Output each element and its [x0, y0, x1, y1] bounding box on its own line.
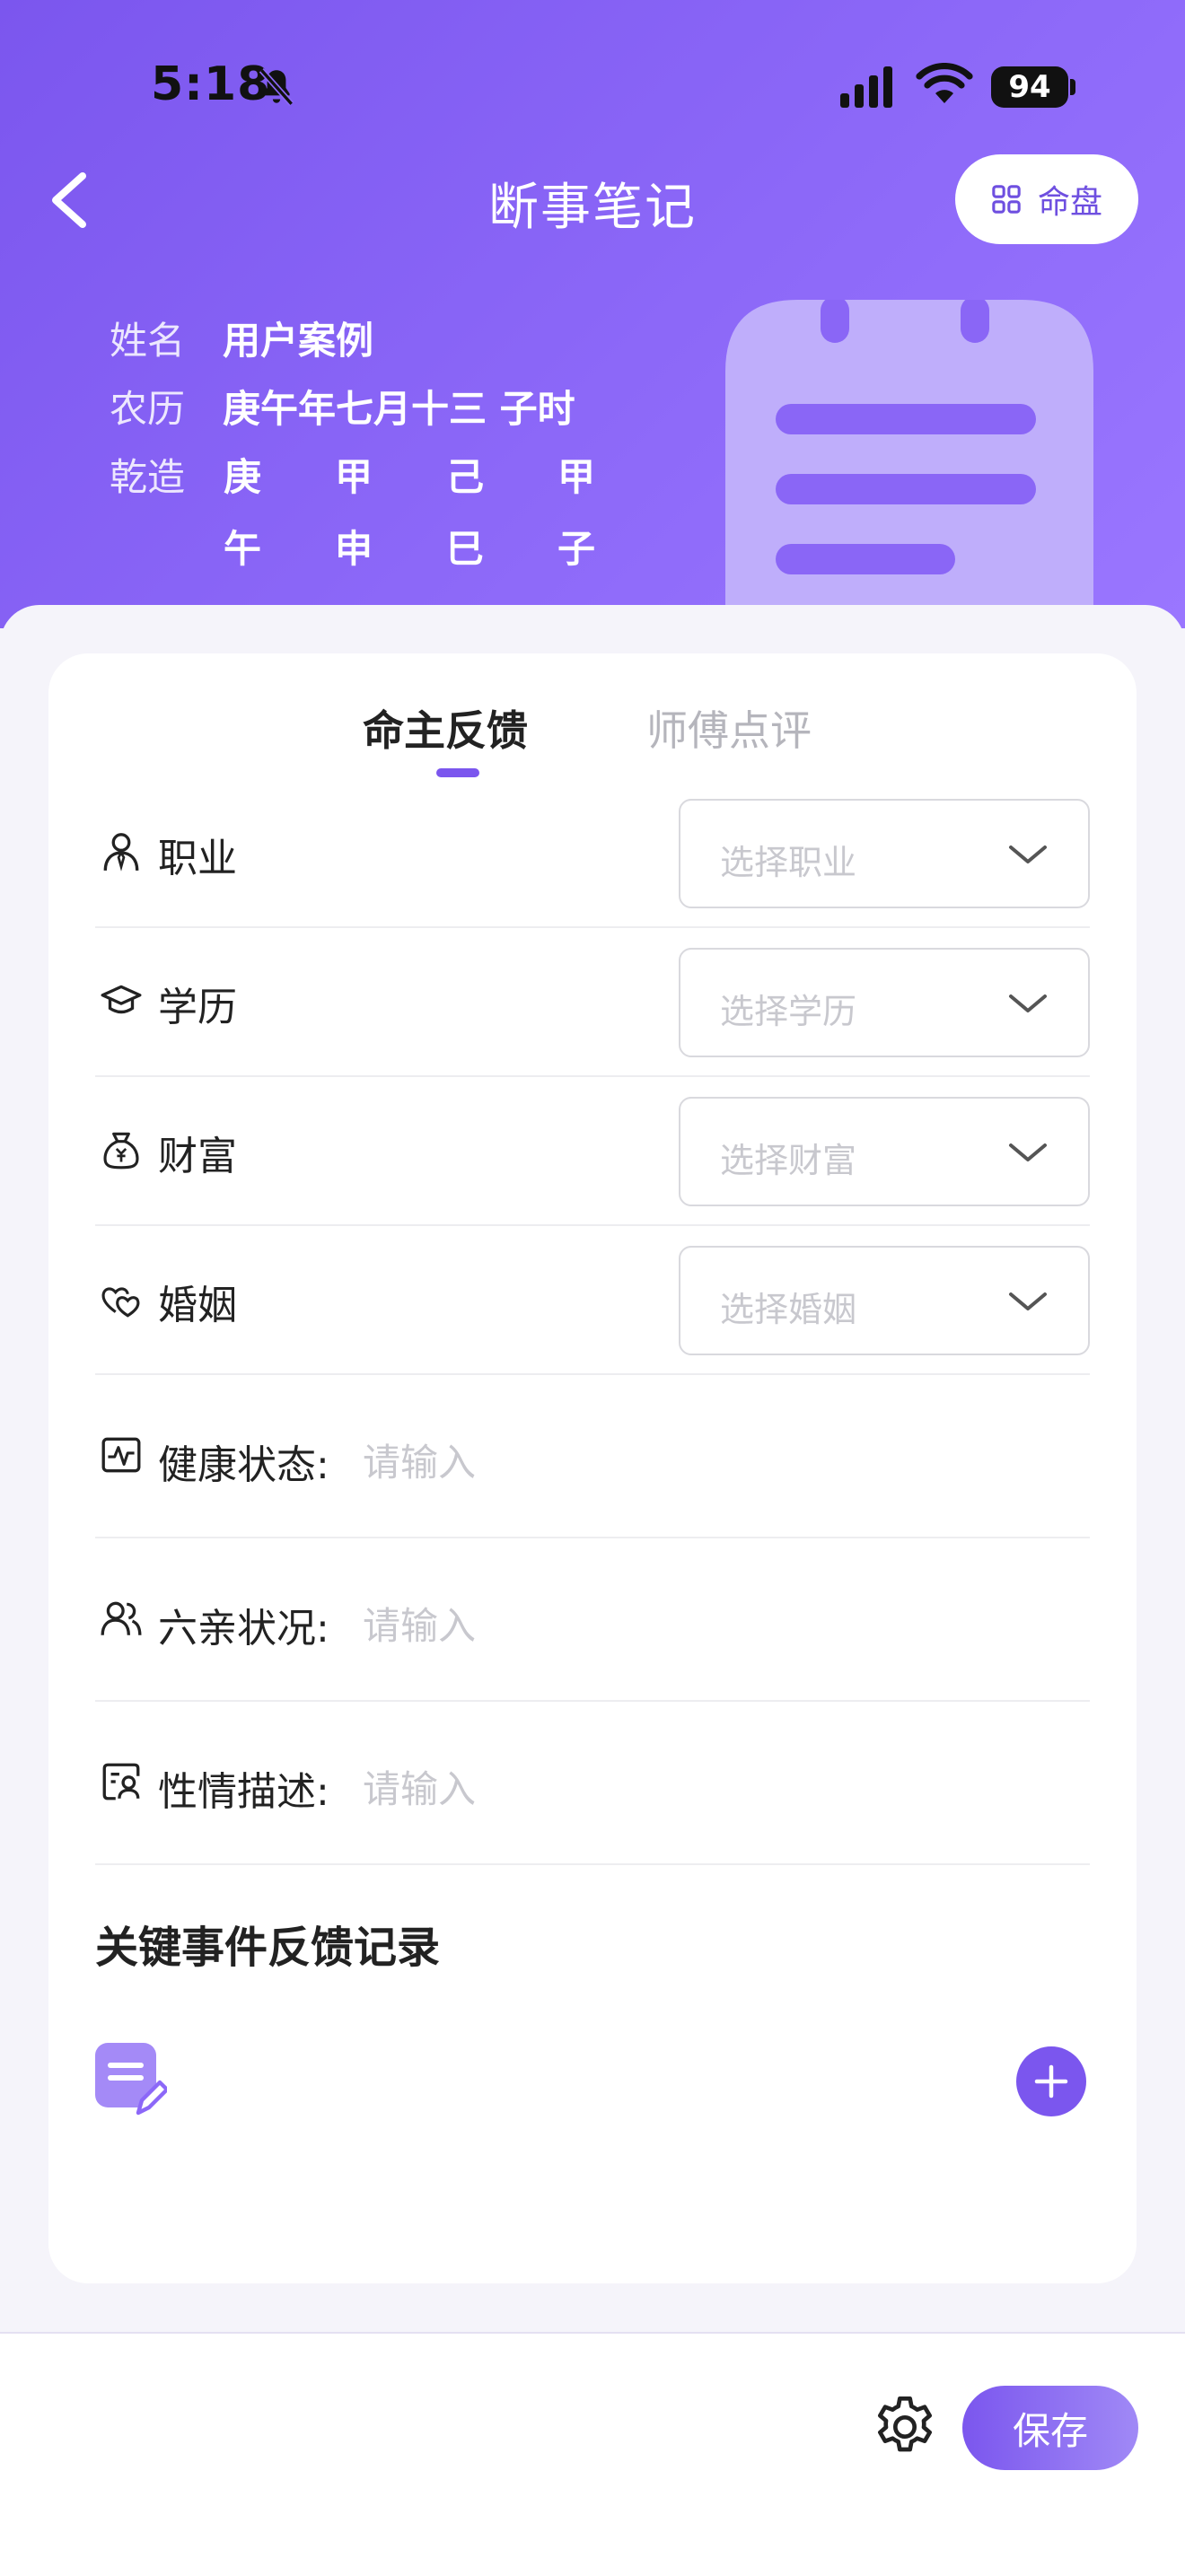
notepad-illustration: [725, 300, 1093, 628]
key-events-title: 关键事件反馈记录: [95, 1923, 441, 1973]
branch-3: 巳: [445, 527, 484, 571]
health-input[interactable]: 请输入: [363, 1433, 476, 1487]
education-row: 学历 选择学历: [95, 928, 1090, 1077]
tab-client-feedback[interactable]: 命主反馈: [363, 698, 528, 758]
marriage-row: 婚姻 选择婚姻: [95, 1226, 1090, 1375]
lunar-value: 庚午年七月十三 子时: [223, 387, 575, 431]
family-label: 六亲状况:: [158, 1606, 329, 1652]
branch-2: 申: [334, 527, 373, 571]
plus-icon: [1034, 2064, 1068, 2098]
tab-indicator: [436, 768, 479, 777]
name-label: 姓名: [110, 319, 186, 363]
health-chart-icon: [101, 1437, 141, 1473]
name-value: 用户案例: [223, 319, 374, 363]
hearts-icon: [101, 1287, 140, 1318]
family-input[interactable]: 请输入: [363, 1596, 476, 1651]
gear-icon[interactable]: [869, 2391, 941, 2463]
education-select[interactable]: 选择学历: [679, 948, 1090, 1057]
tab-master-review[interactable]: 师傅点评: [646, 698, 812, 758]
wealth-placeholder: 选择财富: [720, 1141, 857, 1180]
marriage-placeholder: 选择婚姻: [720, 1290, 857, 1329]
page-title: 断事笔记: [488, 179, 697, 237]
health-label: 健康状态:: [158, 1442, 329, 1488]
grid-icon: [992, 185, 1021, 214]
status-bar: 5:18 94: [0, 0, 1185, 171]
stem-1: 庚: [223, 455, 261, 499]
stem-4: 甲: [557, 455, 595, 499]
status-time: 5:18: [151, 57, 271, 111]
temperament-label: 性情描述:: [158, 1769, 329, 1815]
wifi-icon: [916, 63, 973, 103]
education-label: 学历: [158, 985, 237, 1030]
branch-4: 子: [557, 527, 595, 571]
wealth-row: 财富 选择财富: [95, 1077, 1090, 1226]
header: 5:18 94 断事笔记 命盘 姓名 用户案例 农历 庚午年七月十三 子时 乾造…: [0, 0, 1185, 628]
person-tie-icon: [103, 833, 139, 872]
battery-tip: [1070, 79, 1075, 95]
wealth-select[interactable]: 选择财富: [679, 1097, 1090, 1206]
chart-button[interactable]: 命盘: [955, 154, 1138, 244]
profile-card-icon: [102, 1763, 140, 1801]
add-event-button[interactable]: [1016, 2046, 1086, 2116]
back-chevron-icon[interactable]: [47, 171, 92, 230]
occupation-placeholder: 选择职业: [720, 843, 857, 882]
lunar-label: 农历: [110, 387, 186, 431]
chevron-down-icon: [1009, 846, 1047, 863]
family-row: 六亲状况: 请输入: [95, 1538, 1090, 1702]
temperament-row: 性情描述: 请输入: [95, 1702, 1090, 1865]
battery-indicator: 94: [991, 66, 1068, 108]
save-button[interactable]: 保存: [962, 2386, 1138, 2470]
branch-1: 午: [223, 527, 261, 571]
temperament-input[interactable]: 请输入: [363, 1759, 476, 1814]
bazi-label: 乾造: [110, 455, 186, 499]
wealth-label: 财富: [158, 1134, 237, 1179]
money-bag-icon: [103, 1132, 139, 1170]
graduation-cap-icon: [101, 985, 142, 1014]
bell-muted-icon: [259, 68, 294, 106]
note-edit-icon[interactable]: [95, 2043, 167, 2118]
occupation-row: 职业 选择职业: [95, 779, 1090, 928]
stem-2: 甲: [334, 455, 373, 499]
chevron-down-icon: [1009, 1143, 1047, 1161]
health-row: 健康状态: 请输入: [95, 1375, 1090, 1538]
marriage-label: 婚姻: [158, 1283, 237, 1328]
signal-icon: [840, 66, 892, 108]
occupation-label: 职业: [158, 836, 237, 881]
people-icon: [101, 1601, 142, 1635]
chevron-down-icon: [1009, 994, 1047, 1012]
chevron-down-icon: [1009, 1292, 1047, 1310]
chart-button-label: 命盘: [1037, 184, 1102, 221]
marriage-select[interactable]: 选择婚姻: [679, 1246, 1090, 1355]
occupation-select[interactable]: 选择职业: [679, 799, 1090, 908]
battery-level: 94: [1008, 69, 1051, 105]
education-placeholder: 选择学历: [720, 992, 857, 1031]
stem-3: 己: [445, 455, 484, 499]
